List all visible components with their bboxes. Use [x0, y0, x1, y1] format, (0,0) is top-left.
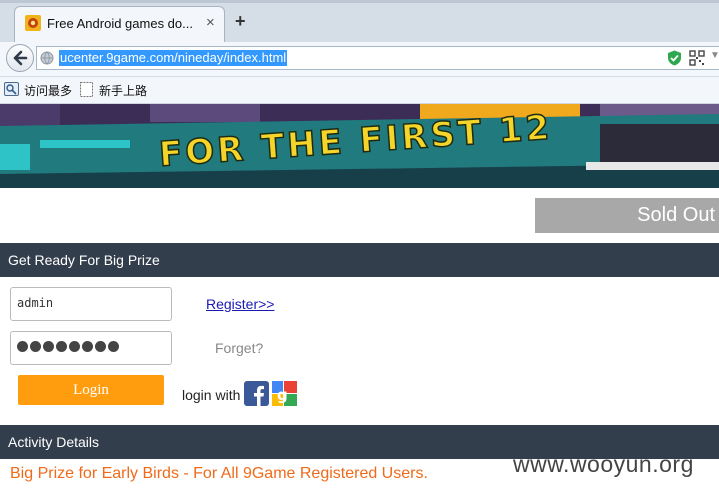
watermark: www.wooyun.org: [513, 451, 694, 477]
password-dot: [17, 341, 28, 352]
password-dot: [95, 341, 106, 352]
facebook-icon[interactable]: [244, 381, 269, 406]
login-section-title: Get Ready For Big Prize: [8, 252, 160, 268]
tab-bar: Free Android games do... × +: [0, 0, 719, 42]
tab-close-icon[interactable]: ×: [206, 14, 215, 31]
url-dropdown-icon[interactable]: ▼: [710, 50, 719, 61]
password-dot: [82, 341, 93, 352]
password-mask: [17, 341, 119, 352]
login-with-label: login with: [182, 387, 241, 403]
sold-out-badge: Sold Out: [535, 198, 719, 233]
google-plus-icon[interactable]: g: [271, 381, 298, 406]
password-field[interactable]: [10, 331, 172, 365]
browser-tab[interactable]: Free Android games do... ×: [14, 6, 225, 42]
bookmarks-bar: 访问最多 新手上路: [0, 77, 719, 104]
password-dot: [108, 341, 119, 352]
promo-banner: FOR THE FIRST 12: [0, 104, 719, 188]
page-icon: [80, 82, 93, 97]
back-button[interactable]: [6, 44, 34, 72]
navigation-bar: ucenter.9game.com/nineday/index.html ▼: [0, 42, 719, 77]
google-plus-glyph: g: [277, 386, 288, 404]
activity-section-title: Activity Details: [8, 434, 100, 450]
password-dot: [56, 341, 67, 352]
promo-text: Big Prize for Early Birds - For All 9Gam…: [10, 465, 428, 482]
new-tab-icon[interactable]: +: [235, 11, 246, 32]
username-value: admin: [17, 296, 54, 310]
tab-bar-edge: [0, 0, 719, 3]
username-field[interactable]: admin: [10, 287, 172, 321]
login-button[interactable]: Login: [18, 375, 164, 405]
register-link[interactable]: Register>>: [206, 296, 274, 312]
back-arrow-icon: [13, 50, 28, 66]
bookmarks-icon: [4, 82, 19, 96]
password-dot: [43, 341, 54, 352]
favicon-icon: [25, 15, 41, 31]
url-text[interactable]: ucenter.9game.com/nineday/index.html: [59, 50, 288, 66]
shield-icon[interactable]: [667, 50, 682, 66]
qr-code-icon[interactable]: [689, 50, 705, 66]
address-bar[interactable]: ucenter.9game.com/nineday/index.html ▼: [36, 46, 719, 70]
password-dot: [69, 341, 80, 352]
bookmark-getting-started[interactable]: 新手上路: [99, 82, 147, 99]
password-dot: [30, 341, 41, 352]
login-section-header: Get Ready For Big Prize: [0, 243, 719, 277]
tab-title: Free Android games do...: [47, 16, 193, 31]
forget-password-link[interactable]: Forget?: [215, 340, 263, 356]
globe-icon: [40, 51, 54, 65]
banner-text-layer: FOR THE FIRST 12: [157, 107, 554, 176]
banner-title: FOR THE FIRST 12: [158, 108, 554, 175]
bookmark-most-visited[interactable]: 访问最多: [24, 82, 72, 99]
